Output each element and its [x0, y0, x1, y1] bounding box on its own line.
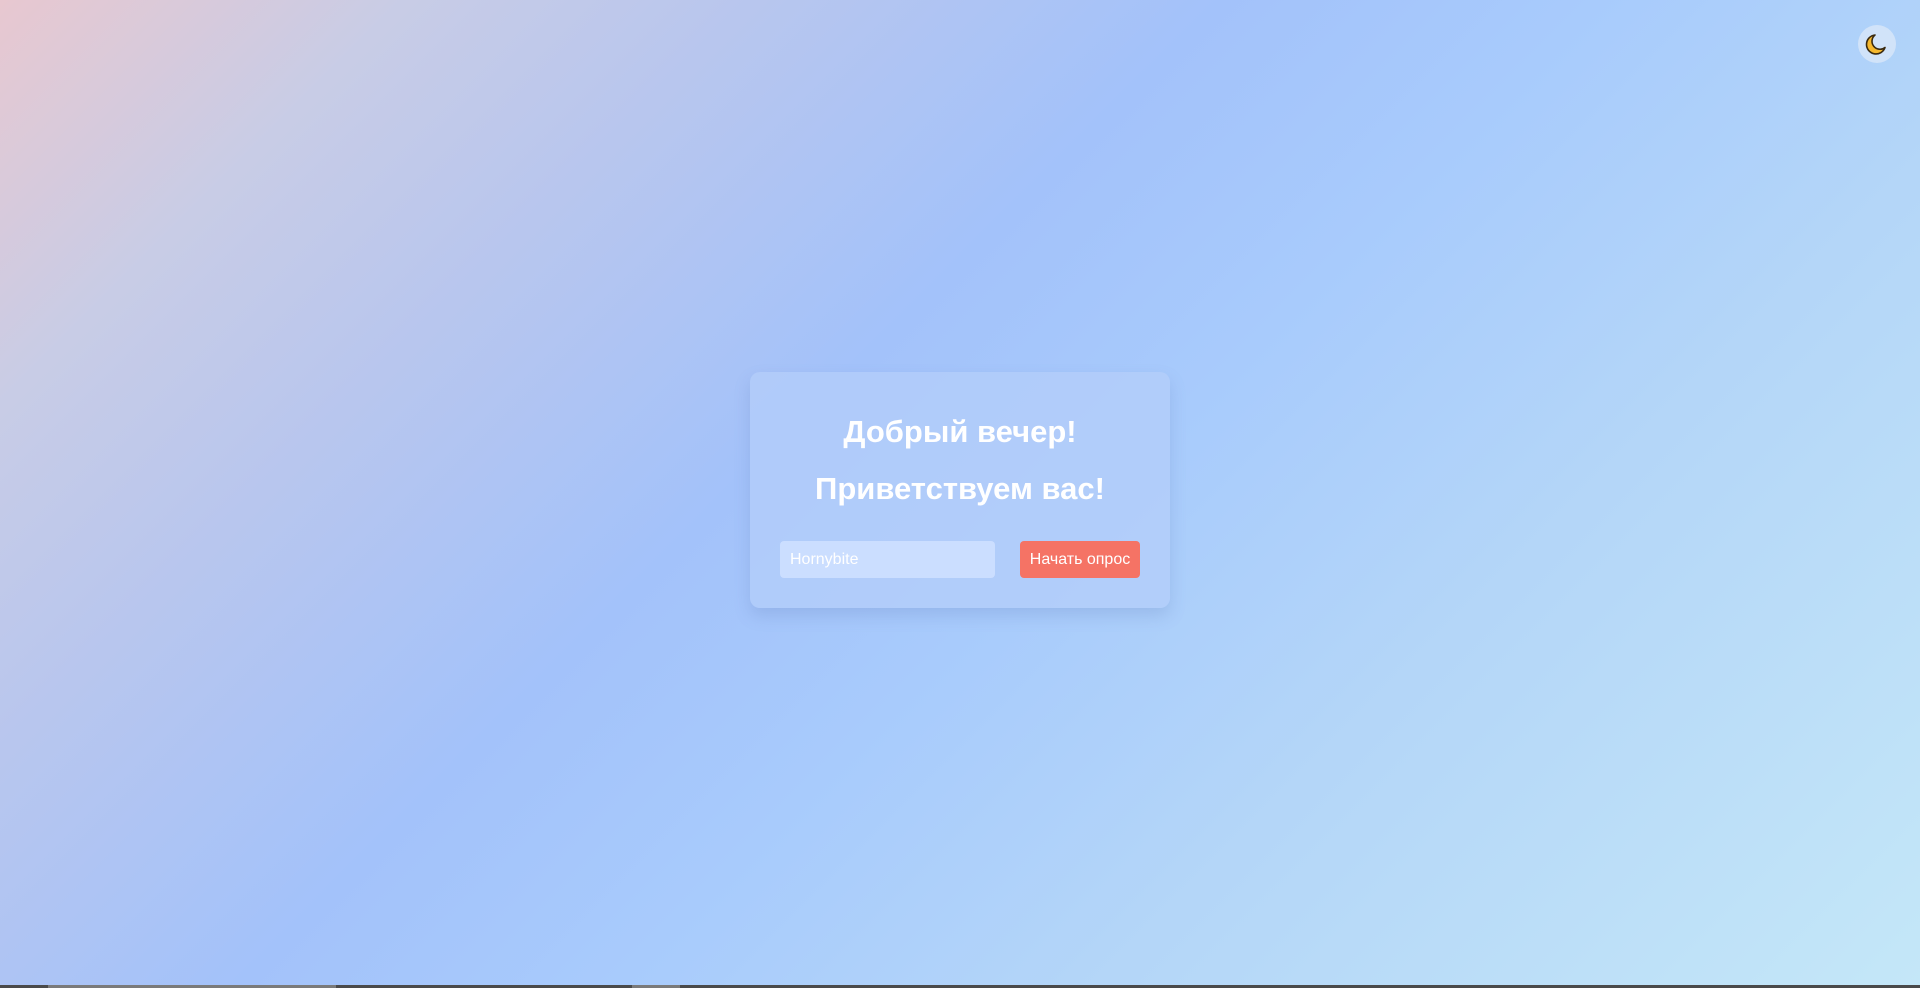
- start-survey-button[interactable]: Начать опрос: [1020, 541, 1140, 578]
- welcome-heading: Приветствуем вас!: [815, 471, 1105, 506]
- welcome-card: Добрый вечер! Приветствуем вас! Начать о…: [750, 372, 1170, 608]
- crescent-moon-icon: [1864, 31, 1890, 57]
- name-input[interactable]: [780, 541, 995, 578]
- greeting-heading: Добрый вечер!: [843, 414, 1077, 449]
- theme-toggle-button[interactable]: [1858, 25, 1896, 63]
